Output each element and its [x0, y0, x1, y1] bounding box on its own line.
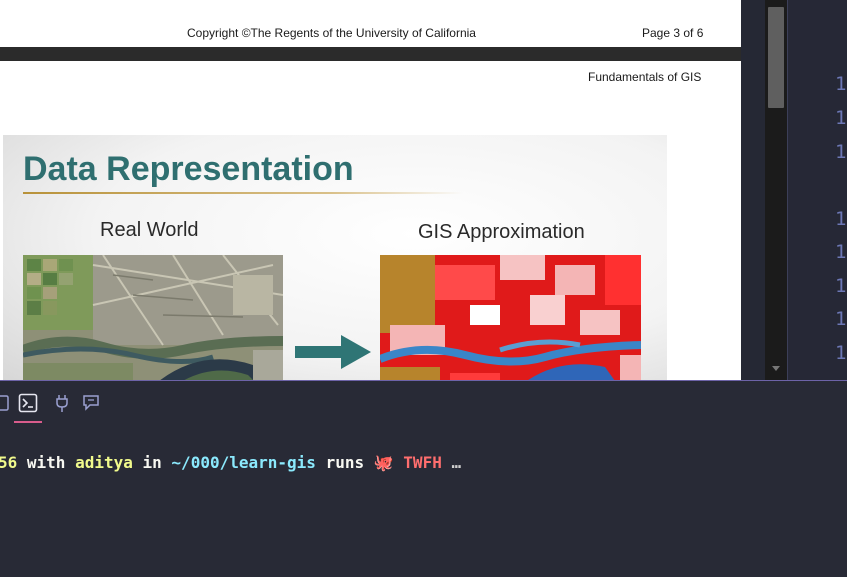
page-footer-number: Page 3 of 6: [642, 26, 704, 40]
prompt-path: ~/000/learn-gis: [171, 453, 316, 472]
gis-approximation-label: GIS Approximation: [418, 221, 585, 243]
prompt-ellipsis: …: [451, 453, 462, 472]
line-number: 1: [835, 107, 847, 129]
line-number: 1: [835, 342, 847, 364]
prompt-in: in: [142, 453, 162, 472]
pdf-page-previous: Copyright ©The Regents of the University…: [0, 0, 741, 47]
page-footer-copyright: Copyright ©The Regents of the University…: [187, 26, 476, 40]
pdf-scrollbar[interactable]: [765, 0, 787, 380]
panel-icon[interactable]: [0, 393, 14, 413]
prompt-project: TWFH: [403, 453, 442, 472]
line-number: 1: [835, 275, 847, 297]
aerial-photo-image: [23, 255, 283, 380]
real-world-label: Real World: [100, 219, 199, 241]
terminal-icon[interactable]: [18, 393, 38, 413]
terminal-panel[interactable]: 56 with aditya in ~/000/learn-gis runs 🐙…: [0, 380, 847, 577]
chat-icon[interactable]: [82, 393, 102, 413]
active-tab-indicator: [14, 421, 42, 423]
slide-title: Data Representation: [23, 150, 354, 188]
title-divider: [23, 192, 463, 194]
slide-image: Data Representation Real World GIS Appro…: [3, 135, 667, 380]
line-number: 1: [835, 73, 847, 95]
editor-line-gutter: 1 1 1 1 1 1 1 1: [787, 0, 847, 380]
land-cover-raster-image: [380, 255, 641, 380]
line-number: 1: [835, 208, 847, 230]
pdf-viewer[interactable]: Copyright ©The Regents of the University…: [0, 0, 741, 380]
arrow-right-icon: [295, 335, 371, 369]
line-number: 1: [835, 241, 847, 263]
octopus-icon: 🐙: [373, 453, 394, 472]
prompt-runs: runs: [325, 453, 365, 472]
prompt-user: aditya: [75, 453, 133, 472]
prompt-prefix: 56: [0, 453, 18, 472]
page-running-head: Fundamentals of GIS: [588, 70, 702, 84]
pdf-page-current: Fundamentals of GIS Data Representation …: [0, 61, 741, 380]
terminal-prompt[interactable]: 56 with aditya in ~/000/learn-gis runs 🐙…: [0, 453, 461, 472]
scroll-down-arrow-icon[interactable]: [772, 366, 780, 371]
line-number: 1: [835, 308, 847, 330]
line-number: 1: [835, 141, 847, 163]
scrollbar-thumb[interactable]: [768, 7, 784, 108]
prompt-with: with: [26, 453, 66, 472]
plug-icon[interactable]: [52, 393, 72, 413]
